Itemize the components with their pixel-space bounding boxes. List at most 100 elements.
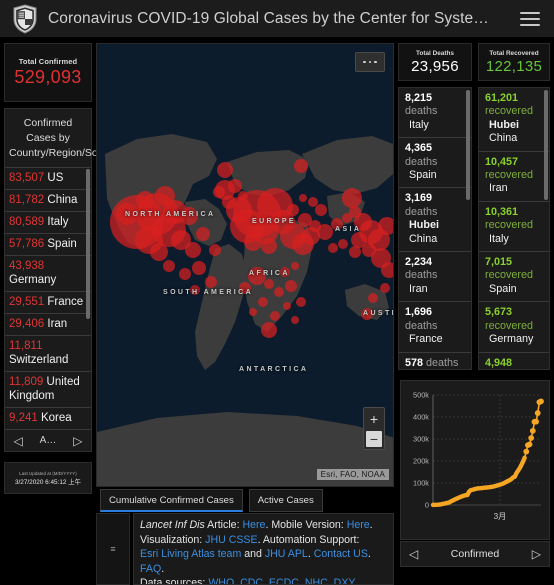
stat-unit: recovered — [485, 105, 534, 118]
chart-title: Confirmed — [450, 548, 500, 560]
zoom-out-button[interactable]: − — [366, 431, 382, 447]
chart-data-point — [526, 441, 533, 448]
world-map[interactable]: NORTH AMERICA EUROPE ASIA AFRICA SOUTH A… — [96, 43, 394, 487]
stat-location: Hubei China — [489, 118, 519, 145]
tab-cumulative-confirmed-cases[interactable]: Cumulative Confirmed Cases — [100, 489, 243, 512]
recovered-panel: Total Recovered 122,135 61,201 recovered… — [478, 43, 550, 370]
stat-value: 7,015 — [485, 256, 513, 269]
country-name: Germany — [9, 274, 57, 286]
pager-label: A… — [39, 435, 57, 446]
chart-next-icon[interactable]: ▷ — [532, 547, 541, 561]
list-item[interactable]: 2,234 deaths Iran — [399, 252, 471, 303]
map-zoom-controls[interactable]: + − — [363, 407, 385, 450]
y-tick-label: 200k — [413, 457, 429, 466]
next-page-icon[interactable]: ▷ — [73, 434, 82, 448]
last-updated-card: Last Updated at (M/D/YYYY) 3/27/2020 6:4… — [4, 462, 92, 494]
stat-unit: deaths — [405, 155, 438, 168]
footer-link[interactable]: Here — [347, 519, 370, 531]
panel-drag-handle[interactable]: ≡ — [96, 513, 130, 585]
stat-unit: recovered — [485, 319, 534, 332]
footer-line: Visualization: JHU CSSE. Automation Supp… — [140, 533, 360, 546]
stat-location: France — [409, 333, 443, 346]
confirmed-list-pager[interactable]: ◁ A… ▷ — [5, 429, 91, 451]
case-count: 57,786 — [9, 238, 45, 250]
recovered-list[interactable]: 61,201 recovered Hubei China 10,457 recove… — [478, 87, 550, 370]
stat-location: Spain — [409, 169, 437, 182]
footer-link[interactable]: Here — [242, 519, 265, 531]
deaths-list-scrollbar[interactable] — [466, 90, 470, 200]
list-item[interactable]: 1,696 deaths France — [399, 302, 471, 353]
list-item[interactable]: 3,169 deaths Hubei China — [399, 188, 471, 253]
stat-unit: deaths — [405, 205, 438, 218]
total-recovered-value: 122,135 — [485, 57, 543, 75]
total-recovered-label: Total Recovered — [489, 49, 539, 57]
total-confirmed-card: Total Confirmed 529,093 — [4, 43, 92, 102]
country-name: France — [44, 296, 84, 308]
total-confirmed-value: 529,093 — [14, 67, 82, 87]
recovered-list-scrollbar[interactable] — [544, 90, 548, 200]
tab-active-cases[interactable]: Active Cases — [248, 489, 323, 512]
stat-location: Italy — [489, 232, 509, 245]
list-item[interactable]: 11,809 United Kingdom — [5, 371, 91, 407]
map-case-circles — [110, 159, 393, 338]
list-item[interactable]: 578 deaths — [399, 353, 471, 370]
list-item[interactable]: 11,811 Switzerland — [5, 335, 91, 371]
case-count: 11,811 — [9, 340, 43, 352]
list-item[interactable]: 43,938 Germany — [5, 255, 91, 291]
stat-location: Hubei China — [409, 219, 439, 245]
zoom-in-button[interactable]: + — [364, 408, 384, 429]
deaths-panel: Total Deaths 23,956 8,215 deaths Italy 4,3… — [398, 43, 472, 370]
footer-link[interactable]: FAQ — [140, 563, 161, 575]
list-item[interactable]: 29,406 Iran — [5, 313, 91, 335]
list-item[interactable]: 29,551 France — [5, 291, 91, 313]
stat-value: 1,696 — [405, 306, 433, 319]
list-item[interactable]: 5,673 recovered Germany — [479, 302, 549, 353]
chart-prev-icon[interactable]: ◁ — [409, 547, 418, 561]
footer-credits[interactable]: Lancet Inf Dis Article: Here. Mobile Ver… — [133, 513, 394, 585]
list-item[interactable]: 61,201 recovered Hubei China — [479, 88, 549, 152]
list-item[interactable]: 57,786 Spain — [5, 233, 91, 255]
stat-location: Spain — [489, 282, 517, 295]
footer-link[interactable]: JHU APL — [265, 548, 308, 560]
footer-link[interactable]: WHO, CDC, ECDC, NHC, DXY — [208, 577, 355, 584]
chart-pager[interactable]: ◁ Confirmed ▷ — [400, 541, 550, 567]
more-options-icon[interactable] — [355, 52, 385, 72]
stat-location: Iran — [409, 282, 428, 295]
list-item[interactable]: 80,589 Italy — [5, 211, 91, 233]
stat-unit: deaths — [405, 319, 438, 332]
list-item[interactable]: 4,365 deaths Spain — [399, 138, 471, 189]
confirmed-country-list[interactable]: 83,507 US 81,782 China 80,589 Italy 57,786 … — [5, 167, 91, 429]
footer-line: FAQ. — [140, 562, 165, 575]
footer-link[interactable]: JHU CSSE — [205, 534, 257, 546]
list-item[interactable]: 7,015 recovered Spain — [479, 252, 549, 303]
footer-line: Esri Living Atlas team and JHU APL. Cont… — [140, 548, 371, 561]
confirmed-by-country-title: Confirmed Cases by Country/Region/Sovere… — [9, 117, 141, 159]
country-name: Iran — [44, 318, 68, 330]
chart-data-point — [534, 410, 541, 416]
country-name: US — [44, 172, 64, 184]
chart-data-point — [528, 435, 535, 441]
list-item[interactable]: 9,241 Korea — [5, 407, 91, 429]
footer-link[interactable]: Contact US — [314, 548, 368, 560]
stat-location: Iran — [489, 182, 508, 195]
list-item[interactable]: 83,507 US — [5, 167, 91, 189]
list-item[interactable]: 10,457 recovered Iran — [479, 152, 549, 202]
deaths-list[interactable]: 8,215 deaths Italy 4,365 deaths Spain 3,169 … — [398, 87, 472, 370]
list-item[interactable]: 8,215 deaths Italy — [399, 88, 471, 139]
case-count: 83,507 — [9, 172, 45, 184]
footer-link[interactable]: Esri Living Atlas team — [140, 548, 241, 560]
hamburger-menu-icon[interactable] — [520, 9, 540, 29]
list-item[interactable]: 81,782 China — [5, 189, 91, 211]
stat-value: 3,169 — [405, 192, 433, 205]
case-count: 29,551 — [9, 296, 45, 308]
confirmed-list-scrollbar[interactable] — [86, 169, 90, 319]
stat-unit: recovered — [485, 219, 534, 232]
case-count: 43,938 — [9, 260, 45, 272]
list-item[interactable]: 10,361 recovered Italy — [479, 202, 549, 253]
total-confirmed-label: Total Confirmed — [18, 57, 78, 66]
last-updated-value: 3/27/2020 6:45:12 上午 — [14, 478, 82, 486]
country-name: Italy — [44, 216, 69, 228]
prev-page-icon[interactable]: ◁ — [13, 434, 22, 448]
list-item[interactable]: 4,948 — [479, 353, 549, 370]
confirmed-trend-chart[interactable]: 0 100k 200k 300k 400k 500k 3月 — [400, 380, 550, 540]
